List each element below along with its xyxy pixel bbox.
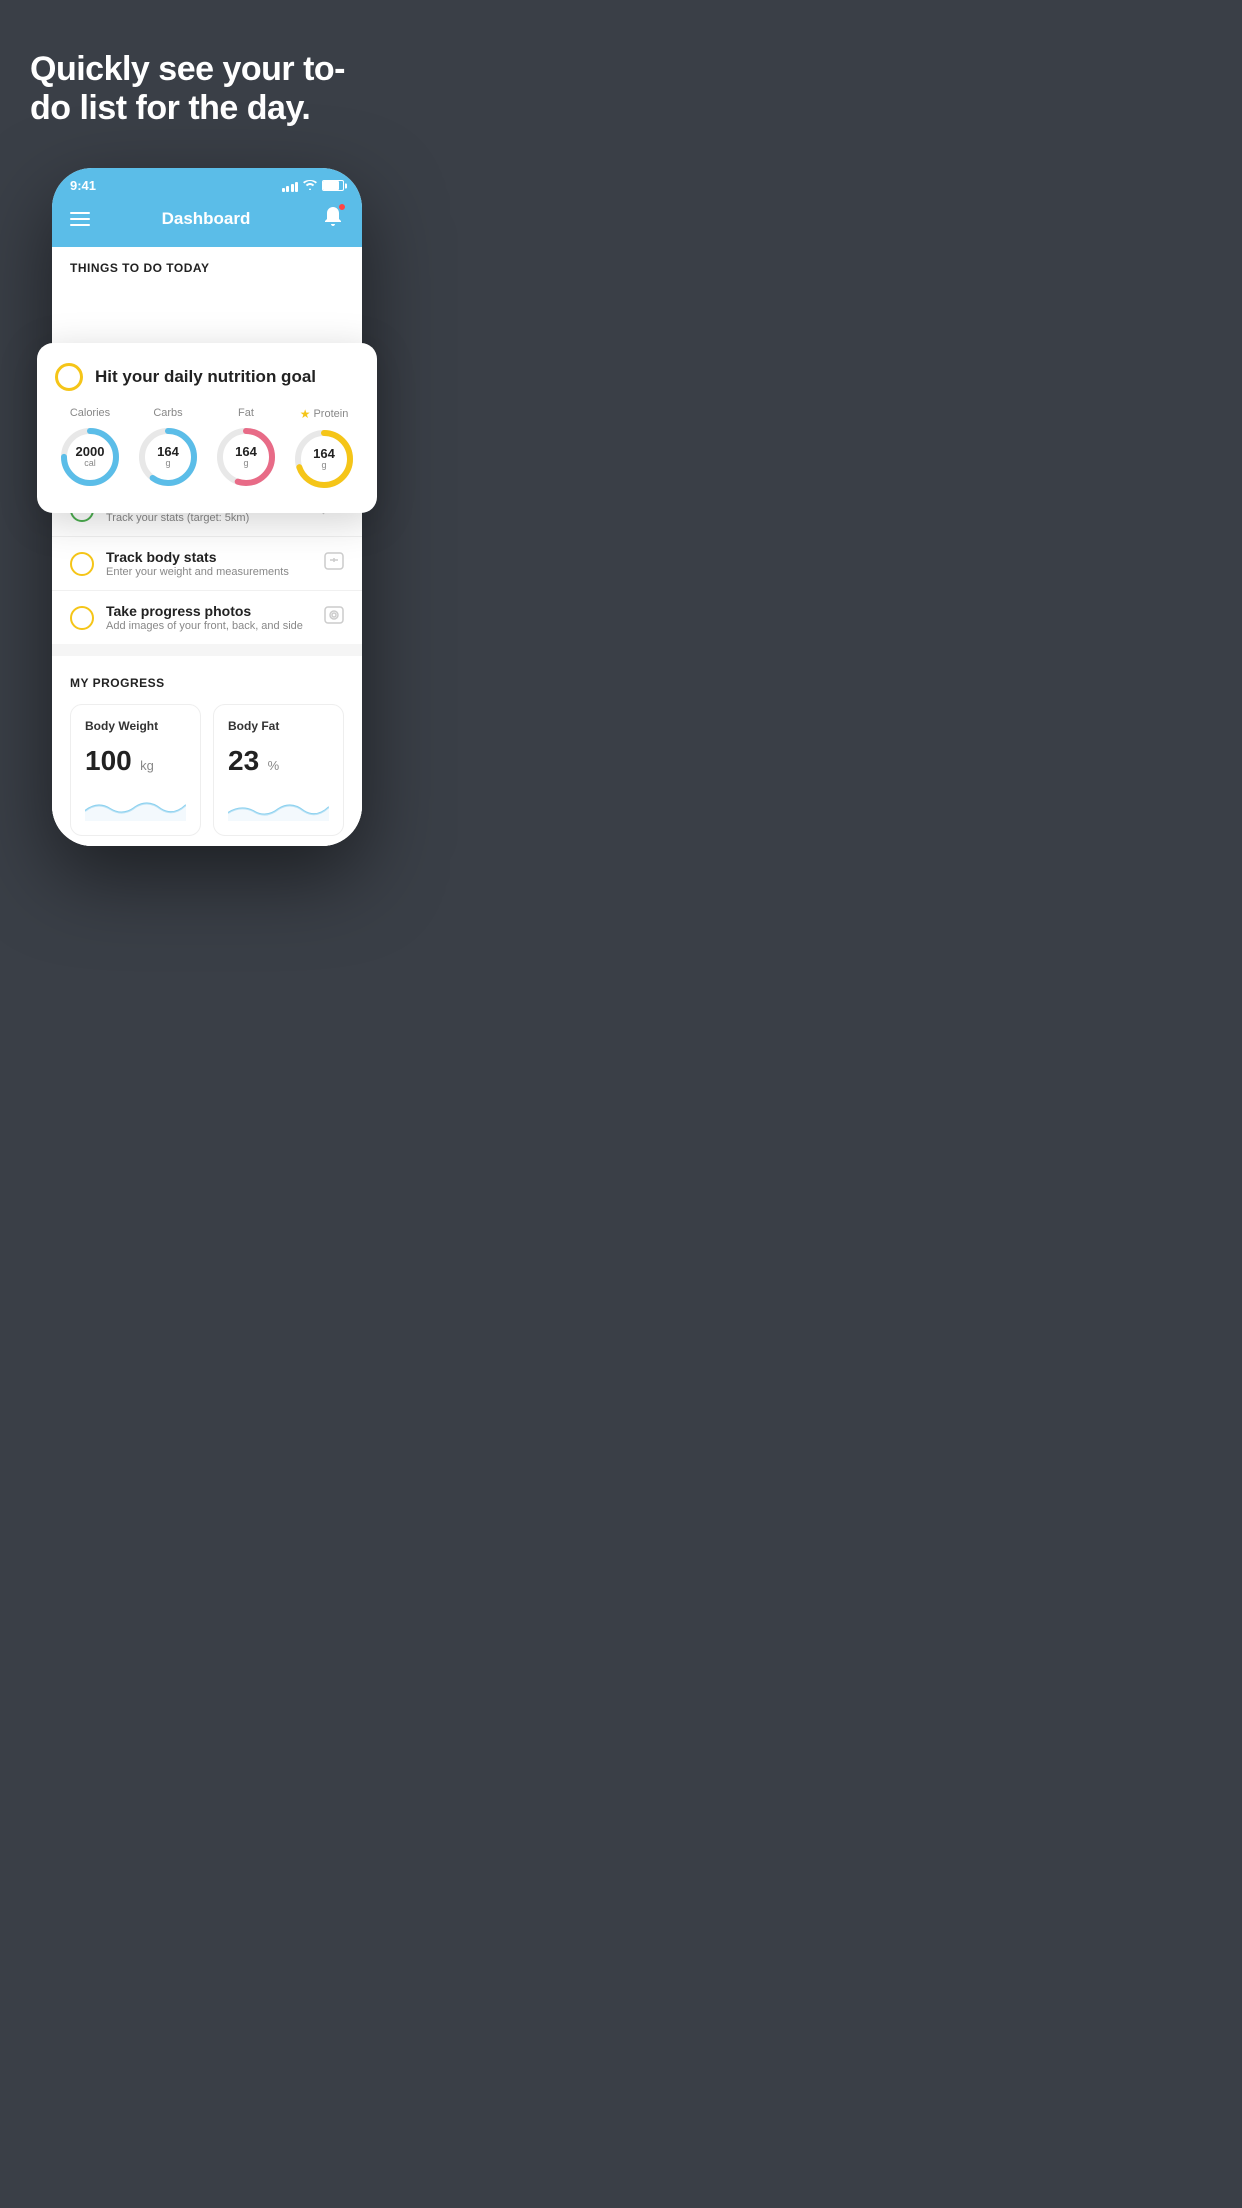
todo-circle-body-stats [70,552,94,576]
wifi-icon [303,179,317,193]
battery-icon [322,180,344,191]
star-icon: ★ [300,407,311,421]
calories-value-center: 2000 cal [76,445,105,469]
status-bar: 9:41 [52,168,362,197]
body-weight-card: Body Weight 100 kg [70,704,201,836]
carbs-label: Carbs [153,407,182,419]
todo-subtitle-running: Track your stats (target: 5km) [106,512,310,524]
hero-title: Quickly see your to-do list for the day. [30,50,384,128]
body-fat-card: Body Fat 23 % [213,704,344,836]
main-content: THINGS TO DO TODAY Running Track your st… [52,247,362,846]
todo-item-photos[interactable]: Take progress photos Add images of your … [52,591,362,644]
carbs-donut: 164 g [136,425,200,489]
things-today-header: THINGS TO DO TODAY [52,247,362,283]
body-fat-chart [228,791,329,821]
todo-item-body-stats[interactable]: Track body stats Enter your weight and m… [52,537,362,591]
todo-title-body-stats: Track body stats [106,549,312,565]
status-icons [282,179,345,193]
nutrition-protein: ★ Protein 164 g [292,407,356,491]
menu-button[interactable] [70,212,90,226]
signal-icon [282,180,299,192]
notification-dot [338,203,346,211]
todo-subtitle-body-stats: Enter your weight and measurements [106,566,312,578]
protein-value-center: 164 g [313,447,335,471]
nutrition-calories: Calories 2000 cal [58,407,122,491]
carbs-value-center: 164 g [157,445,179,469]
body-weight-title: Body Weight [85,719,186,733]
protein-label: ★ Protein [300,407,349,421]
body-fat-unit: % [268,758,280,773]
nutrition-card: Hit your daily nutrition goal Calories 2… [37,343,377,513]
nutrition-grid: Calories 2000 cal Carbs [55,407,359,491]
body-weight-values: 100 kg [85,745,186,777]
photo-icon [324,606,344,629]
body-weight-value: 100 [85,745,132,776]
todo-subtitle-photos: Add images of your front, back, and side [106,620,312,632]
nav-title: Dashboard [162,209,251,229]
nutrition-fat: Fat 164 g [214,407,278,491]
card-title: Hit your daily nutrition goal [95,367,316,387]
todo-text-photos: Take progress photos Add images of your … [106,603,312,632]
scale-icon [324,552,344,575]
card-radio[interactable] [55,363,83,391]
fat-label: Fat [238,407,254,419]
card-header: Hit your daily nutrition goal [55,363,359,391]
progress-header: MY PROGRESS [70,676,344,690]
progress-cards: Body Weight 100 kg [70,704,344,836]
body-weight-chart [85,791,186,821]
progress-section: MY PROGRESS Body Weight 100 kg [52,656,362,846]
nutrition-carbs: Carbs 164 g [136,407,200,491]
notification-button[interactable] [322,205,344,233]
body-fat-value: 23 [228,745,259,776]
phone-wrapper: Hit your daily nutrition goal Calories 2… [0,168,414,886]
body-fat-title: Body Fat [228,719,329,733]
nav-bar: Dashboard [52,197,362,247]
status-time: 9:41 [70,178,96,193]
body-fat-values: 23 % [228,745,329,777]
fat-donut: 164 g [214,425,278,489]
calories-donut: 2000 cal [58,425,122,489]
calories-label: Calories [70,407,110,419]
protein-donut: 164 g [292,427,356,491]
todo-title-photos: Take progress photos [106,603,312,619]
todo-text-body-stats: Track body stats Enter your weight and m… [106,549,312,578]
todo-circle-photos [70,606,94,630]
fat-value-center: 164 g [235,445,257,469]
body-weight-unit: kg [140,758,154,773]
hero-section: Quickly see your to-do list for the day. [0,0,414,148]
